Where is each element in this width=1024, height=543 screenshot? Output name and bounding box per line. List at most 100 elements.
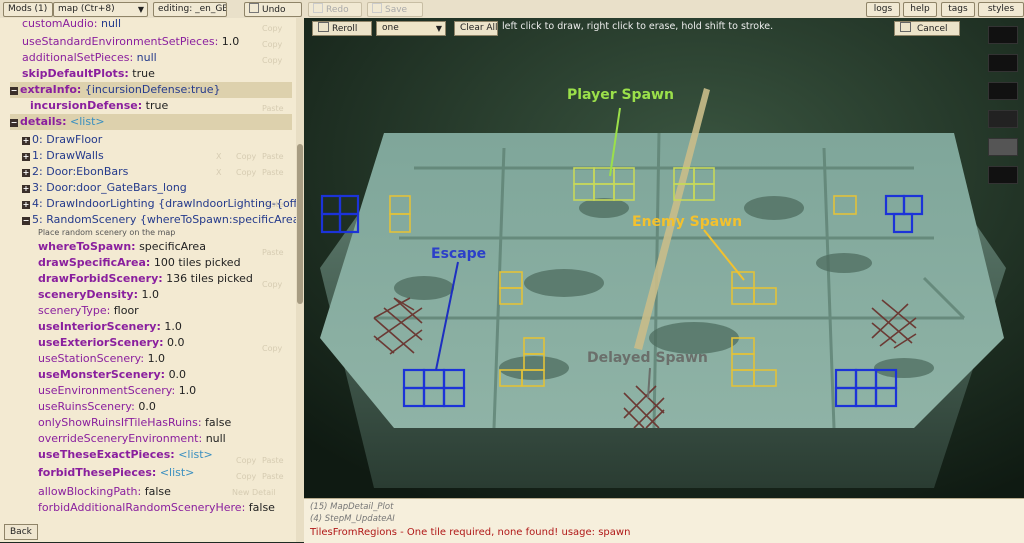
prop-key: useExteriorScenery: [38, 336, 164, 349]
detail-label: Door:EbonBars [46, 165, 129, 178]
prop-key: details: [20, 115, 67, 128]
prop-row[interactable]: whereToSpawn: specificArea [38, 239, 206, 255]
prop-row[interactable]: forbidAdditionalRandomSceneryHere: false [38, 500, 275, 516]
collapse-icon[interactable]: − [10, 119, 18, 127]
detail-item-4[interactable]: +4: DrawIndoorLighting {drawIndoorLighti… [22, 196, 304, 212]
prop-row[interactable]: customAudio: null [22, 18, 121, 32]
map-select[interactable]: map (Ctr+8) ▼ [53, 2, 148, 17]
back-button[interactable]: Back [4, 524, 38, 540]
mods-button[interactable]: Mods (1) [3, 2, 53, 17]
detail-item-0[interactable]: +0: DrawFloor [22, 132, 102, 148]
ghost-copy: Copy [236, 456, 257, 465]
preview-thumbnail[interactable] [988, 54, 1018, 72]
expand-icon[interactable]: + [22, 201, 30, 209]
prop-row[interactable]: forbidThesePieces: <list> [38, 465, 194, 481]
prop-value: false [248, 501, 275, 514]
editing-language-label[interactable]: editing: _en_GB [153, 2, 227, 17]
prop-row[interactable]: drawSpecificArea: 100 tiles picked [38, 255, 241, 271]
prop-row[interactable]: overrideSceneryEnvironment: null [38, 431, 226, 447]
prop-row[interactable]: useExteriorScenery: 0.0 [38, 335, 185, 351]
expand-icon[interactable]: + [22, 153, 30, 161]
prop-row[interactable]: sceneryDensity: 1.0 [38, 287, 159, 303]
prop-key: useRuinsScenery: [38, 400, 135, 413]
prop-row-details[interactable]: − details: <list> [10, 114, 292, 130]
preview-thumbnail[interactable] [988, 26, 1018, 44]
ghost-paste: Paste [262, 104, 284, 113]
prop-value: false [205, 416, 232, 429]
prop-row[interactable]: useEnvironmentScenery: 1.0 [38, 383, 196, 399]
detail-index: 0: [32, 133, 43, 146]
prop-key: useInteriorScenery: [38, 320, 161, 333]
ghost-copy: Copy [236, 168, 257, 177]
scrollbar-thumb[interactable] [297, 144, 303, 304]
reroll-label: Reroll [332, 24, 358, 34]
prop-key: whereToSpawn: [38, 240, 136, 253]
log-error-line: TilesFromRegions - One tile required, no… [310, 527, 631, 538]
prop-value: false [144, 485, 171, 498]
expand-icon[interactable]: + [22, 185, 30, 193]
prop-row[interactable]: useStationScenery: 1.0 [38, 351, 165, 367]
collapse-icon[interactable]: − [10, 87, 18, 95]
prop-row-extrainfo[interactable]: − extraInfo: {incursionDefense:true} [10, 82, 292, 98]
preview-thumbnail[interactable] [988, 82, 1018, 100]
cancel-button[interactable]: Cancel [894, 21, 960, 36]
prop-key: useTheseExactPieces: [38, 448, 175, 461]
prop-row[interactable]: additionalSetPieces: null [22, 50, 157, 66]
prop-key: sceneryDensity: [38, 288, 138, 301]
ghost-copy: Copy [236, 472, 257, 481]
prop-row[interactable]: incursionDefense: true [30, 98, 168, 114]
expand-icon[interactable]: + [22, 137, 30, 145]
map-render[interactable]: Player Spawn Enemy Spawn Escape Delayed … [304, 18, 1024, 498]
prop-value: specificArea [139, 240, 206, 253]
expand-icon[interactable]: + [22, 169, 30, 177]
prop-value: 1.0 [221, 35, 240, 48]
prop-value: 100 tiles picked [153, 256, 241, 269]
detail-item-2[interactable]: +2: Door:EbonBars [22, 164, 128, 180]
prop-value: floor [113, 304, 139, 317]
chevron-down-icon: ▼ [137, 5, 144, 14]
ghost-copy: Copy [236, 152, 257, 161]
help-button[interactable]: help [903, 2, 937, 17]
preview-thumbnail[interactable] [988, 110, 1018, 128]
undo-icon [249, 3, 259, 13]
prop-row[interactable]: useRuinsScenery: 0.0 [38, 399, 156, 415]
prop-row[interactable]: skipDefaultPlots: true [22, 66, 155, 82]
preview-thumbnail[interactable] [988, 138, 1018, 156]
prop-row[interactable]: useInteriorScenery: 1.0 [38, 319, 182, 335]
prop-value: 1.0 [147, 352, 166, 365]
prop-row[interactable]: useStandardEnvironmentSetPieces: 1.0 [22, 34, 239, 50]
prop-row[interactable]: sceneryType: floor [38, 303, 139, 319]
list-link[interactable]: <list> [160, 466, 195, 479]
prop-value: 0.0 [168, 368, 187, 381]
detail-item-5[interactable]: −5: RandomScenery {whereToSpawn:specific… [22, 212, 304, 228]
prop-row[interactable]: onlyShowRuinsIfTileHasRuins: false [38, 415, 231, 431]
prop-row[interactable]: useMonsterScenery: 0.0 [38, 367, 186, 383]
prop-value: null [100, 18, 122, 30]
styles-button[interactable]: styles [978, 2, 1024, 17]
prop-row[interactable]: drawForbidScenery: 136 tiles picked [38, 271, 253, 287]
prop-key: useEnvironmentScenery: [38, 384, 176, 397]
logs-button[interactable]: logs [866, 2, 900, 17]
list-link[interactable]: <list> [178, 448, 213, 461]
detail-item-1[interactable]: +1: DrawWalls [22, 148, 104, 164]
top-toolbar: Mods (1) map (Ctr+8) ▼ editing: _en_GB Un… [0, 0, 1024, 19]
prop-row[interactable]: allowBlockingPath: false [38, 484, 171, 500]
panel-scrollbar[interactable] [296, 18, 304, 542]
prop-row[interactable]: useTheseExactPieces: <list> [38, 447, 213, 463]
prop-key: useMonsterScenery: [38, 368, 166, 381]
prop-key: allowBlockingPath: [38, 485, 142, 498]
redo-button[interactable]: Redo [308, 2, 362, 17]
map-viewport[interactable]: Player Spawn Enemy Spawn Escape Delayed … [304, 18, 1024, 498]
brush-select[interactable]: one ▼ [376, 21, 446, 36]
list-link[interactable]: <list> [70, 115, 105, 128]
collapse-icon[interactable]: − [22, 217, 30, 225]
reroll-button[interactable]: Reroll [312, 21, 372, 36]
save-button[interactable]: Save [367, 2, 423, 17]
detail-item-3[interactable]: +3: Door:door_GateBars_long [22, 180, 187, 196]
tags-button[interactable]: tags [941, 2, 975, 17]
preview-thumbnail[interactable] [988, 166, 1018, 184]
undo-button[interactable]: Undo [244, 2, 302, 17]
prop-value: true [145, 99, 169, 112]
prop-value: 136 tiles picked [166, 272, 253, 285]
clear-all-button[interactable]: Clear All [454, 21, 498, 36]
